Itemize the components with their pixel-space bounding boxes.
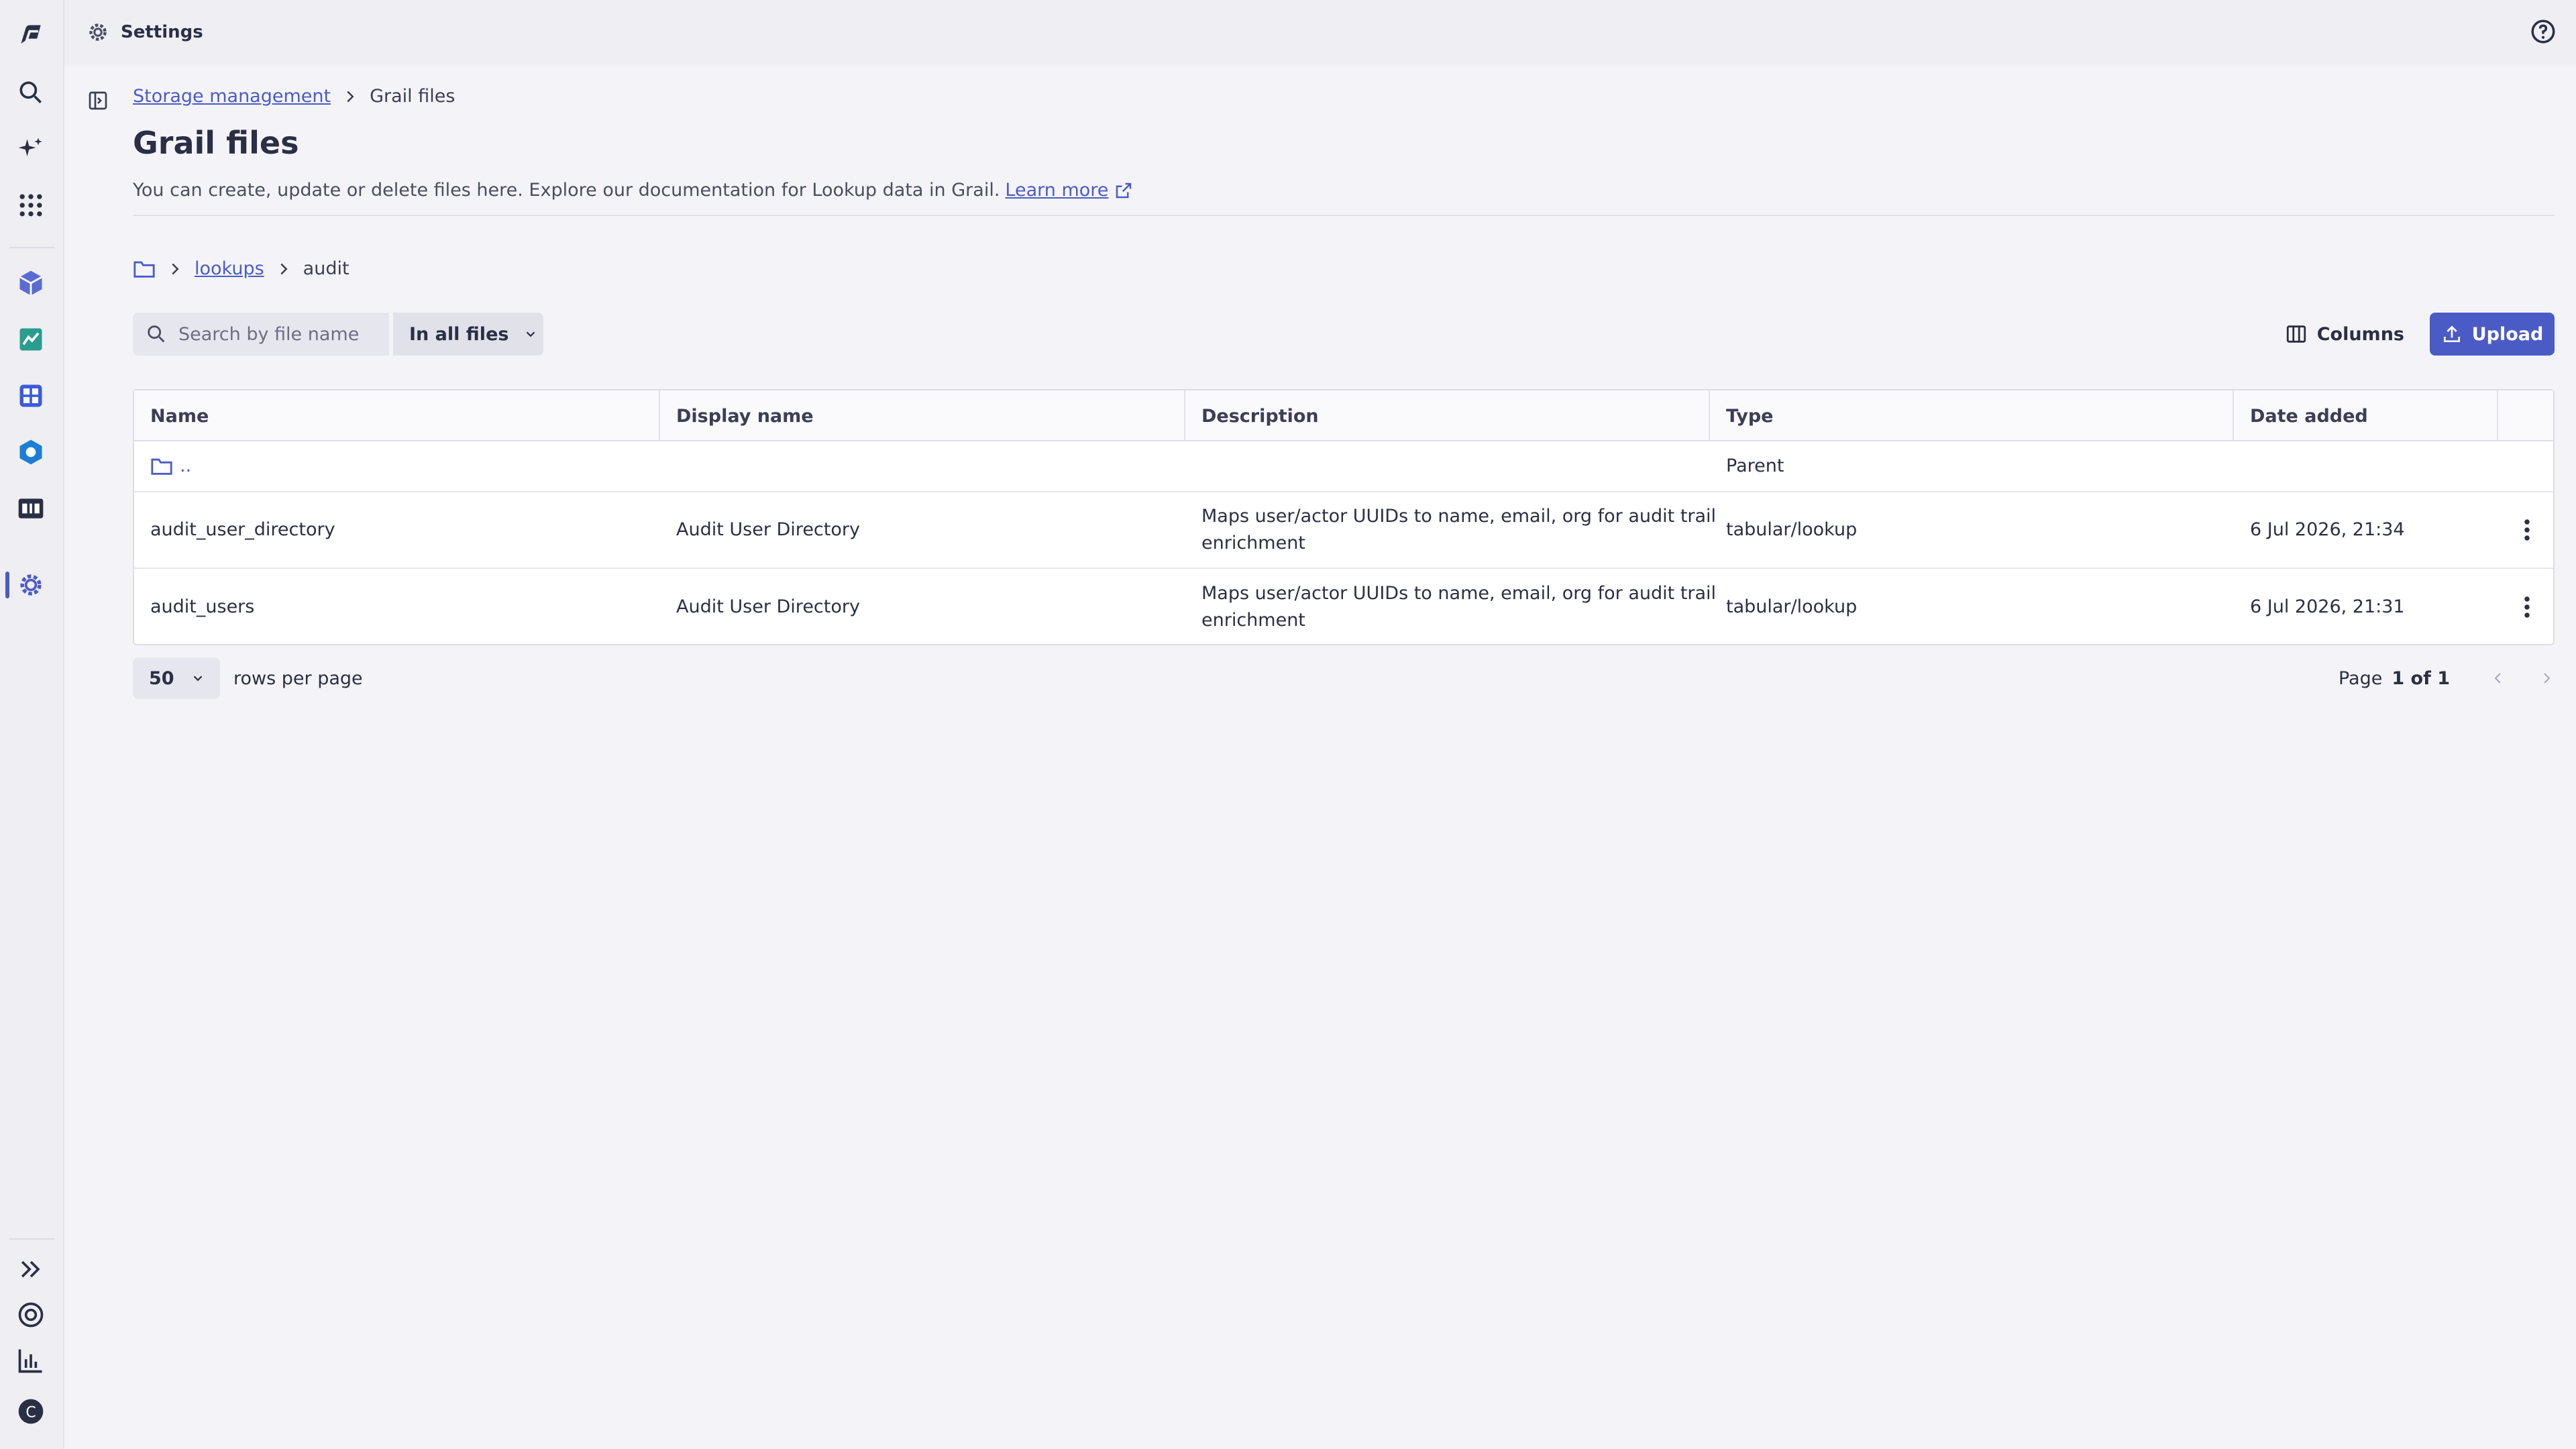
active-indicator: [5, 572, 9, 598]
rows-per-page-value: 50: [149, 667, 174, 689]
upload-icon: [2443, 325, 2460, 342]
next-page-icon[interactable]: [2538, 670, 2555, 686]
breadcrumb-storage-management[interactable]: Storage management: [133, 86, 331, 107]
chevron-right-icon: [280, 263, 288, 274]
columns-label: Columns: [2316, 323, 2404, 345]
cell-name: audit_user_directory: [150, 519, 335, 540]
parent-folder-cell[interactable]: ..: [134, 441, 191, 491]
cell-description: Maps user/actor UUIDs to name, email, or…: [1185, 492, 1716, 568]
notebook-app-icon[interactable]: [13, 322, 48, 357]
app-title: Settings: [121, 22, 203, 42]
page-label: Page: [2338, 667, 2383, 689]
upload-button[interactable]: Upload: [2430, 313, 2555, 356]
divider: [133, 215, 2555, 216]
page-info: Page 1 of 1: [2339, 668, 2555, 689]
folder-path: lookups audit: [133, 258, 350, 279]
breadcrumb-current: Grail files: [370, 86, 455, 107]
search-icon: [148, 325, 165, 343]
cell-type: tabular/lookup: [1726, 596, 1858, 617]
panel-toggle-icon[interactable]: [87, 90, 109, 111]
upload-label: Upload: [2471, 323, 2544, 345]
scope-select[interactable]: In all files: [393, 313, 543, 356]
terminal-app-icon[interactable]: [13, 491, 48, 526]
cell-date-added: 6 Jul 2026, 21:34: [2250, 519, 2405, 540]
filter-toolbar: In all files: [133, 313, 543, 356]
settings-icon: [89, 23, 107, 41]
path-current: audit: [303, 258, 350, 279]
column-header-display-name[interactable]: Display name: [660, 390, 1185, 441]
left-nav-rail: C: [0, 0, 64, 1449]
cube-app-icon[interactable]: [13, 266, 48, 301]
row-actions-menu[interactable]: [2498, 492, 2556, 568]
cell-description-line1: Maps user/actor UUIDs to name, email, or…: [1201, 583, 1717, 604]
cell-description-line2: enrichment: [1201, 533, 1305, 553]
learn-more-link[interactable]: Learn more: [1005, 180, 1108, 201]
cell-date-added: 6 Jul 2026, 21:31: [2250, 596, 2405, 617]
cell-description-line2: enrichment: [1201, 610, 1305, 631]
dynatrace-logo-icon[interactable]: [13, 19, 48, 54]
analytics-chart-icon[interactable]: [13, 1343, 48, 1378]
breadcrumb: Storage management Grail files: [133, 86, 455, 107]
user-avatar-icon[interactable]: C: [13, 1394, 48, 1429]
search-box[interactable]: [133, 313, 389, 356]
scope-select-value: In all files: [409, 323, 509, 345]
previous-page-icon[interactable]: [2490, 670, 2506, 686]
table-row[interactable]: audit_users Audit User Directory Maps us…: [134, 569, 2553, 645]
column-header-date-added[interactable]: Date added: [2234, 390, 2498, 441]
svg-text:C: C: [25, 1404, 36, 1421]
chevron-down-icon: [527, 331, 535, 337]
page-title: Grail files: [133, 125, 299, 161]
columns-button[interactable]: Columns: [2285, 323, 2404, 345]
more-vertical-icon: [2524, 519, 2530, 541]
top-bar: Settings: [64, 0, 2576, 64]
rows-per-page-select[interactable]: 50: [133, 657, 220, 699]
path-lookups-link[interactable]: lookups: [195, 258, 264, 279]
folder-icon: [151, 458, 172, 475]
sparkle-icon[interactable]: [13, 131, 48, 166]
dashboard-app-icon[interactable]: [13, 378, 48, 413]
row-actions-menu[interactable]: [2498, 569, 2556, 645]
folder-root-icon[interactable]: [133, 259, 156, 279]
table-header: Name Display name Description Type Date …: [134, 390, 2553, 441]
help-icon[interactable]: [2529, 17, 2557, 46]
chevron-right-icon: [347, 91, 354, 102]
search-input[interactable]: [178, 323, 380, 345]
chevron-right-icon: [172, 263, 179, 274]
description-text: You can create, update or delete files h…: [133, 180, 1000, 201]
pagination: 50 rows per page Page 1 of 1: [133, 656, 2555, 700]
external-link-icon[interactable]: [1114, 180, 1134, 201]
column-header-description[interactable]: Description: [1185, 390, 1710, 441]
cell-description: Maps user/actor UUIDs to name, email, or…: [1185, 569, 1716, 645]
table-row-parent[interactable]: .. Parent: [134, 441, 2553, 492]
chevron-down-icon: [193, 676, 202, 682]
settings-gear-icon[interactable]: [13, 568, 48, 602]
cell-type: Parent: [1726, 455, 1784, 476]
column-header-name[interactable]: Name: [134, 390, 660, 441]
column-header-type[interactable]: Type: [1710, 390, 2234, 441]
cell-display-name: Audit User Directory: [676, 596, 860, 617]
search-icon[interactable]: [13, 75, 48, 110]
page-value: 1 of 1: [2392, 667, 2450, 689]
page-description: You can create, update or delete files h…: [133, 180, 1134, 201]
cell-display-name: Audit User Directory: [676, 519, 860, 540]
cell-description-line1: Maps user/actor UUIDs to name, email, or…: [1201, 506, 1717, 527]
columns-icon: [2286, 325, 2306, 343]
support-lifebuoy-icon[interactable]: [13, 1297, 48, 1332]
cell-type: tabular/lookup: [1726, 519, 1858, 540]
table-row[interactable]: audit_user_directory Audit User Director…: [134, 492, 2553, 569]
cell-name: audit_users: [150, 596, 255, 617]
apps-grid-icon[interactable]: [13, 188, 48, 223]
more-vertical-icon: [2524, 596, 2530, 618]
parent-folder-label: ..: [180, 455, 192, 476]
actions-toolbar: Columns Upload: [2285, 313, 2555, 356]
rows-per-page-label: rows per page: [233, 667, 363, 689]
hex-app-icon[interactable]: [13, 435, 48, 470]
expand-nav-icon[interactable]: [13, 1252, 48, 1287]
files-table: Name Display name Description Type Date …: [133, 389, 2555, 645]
